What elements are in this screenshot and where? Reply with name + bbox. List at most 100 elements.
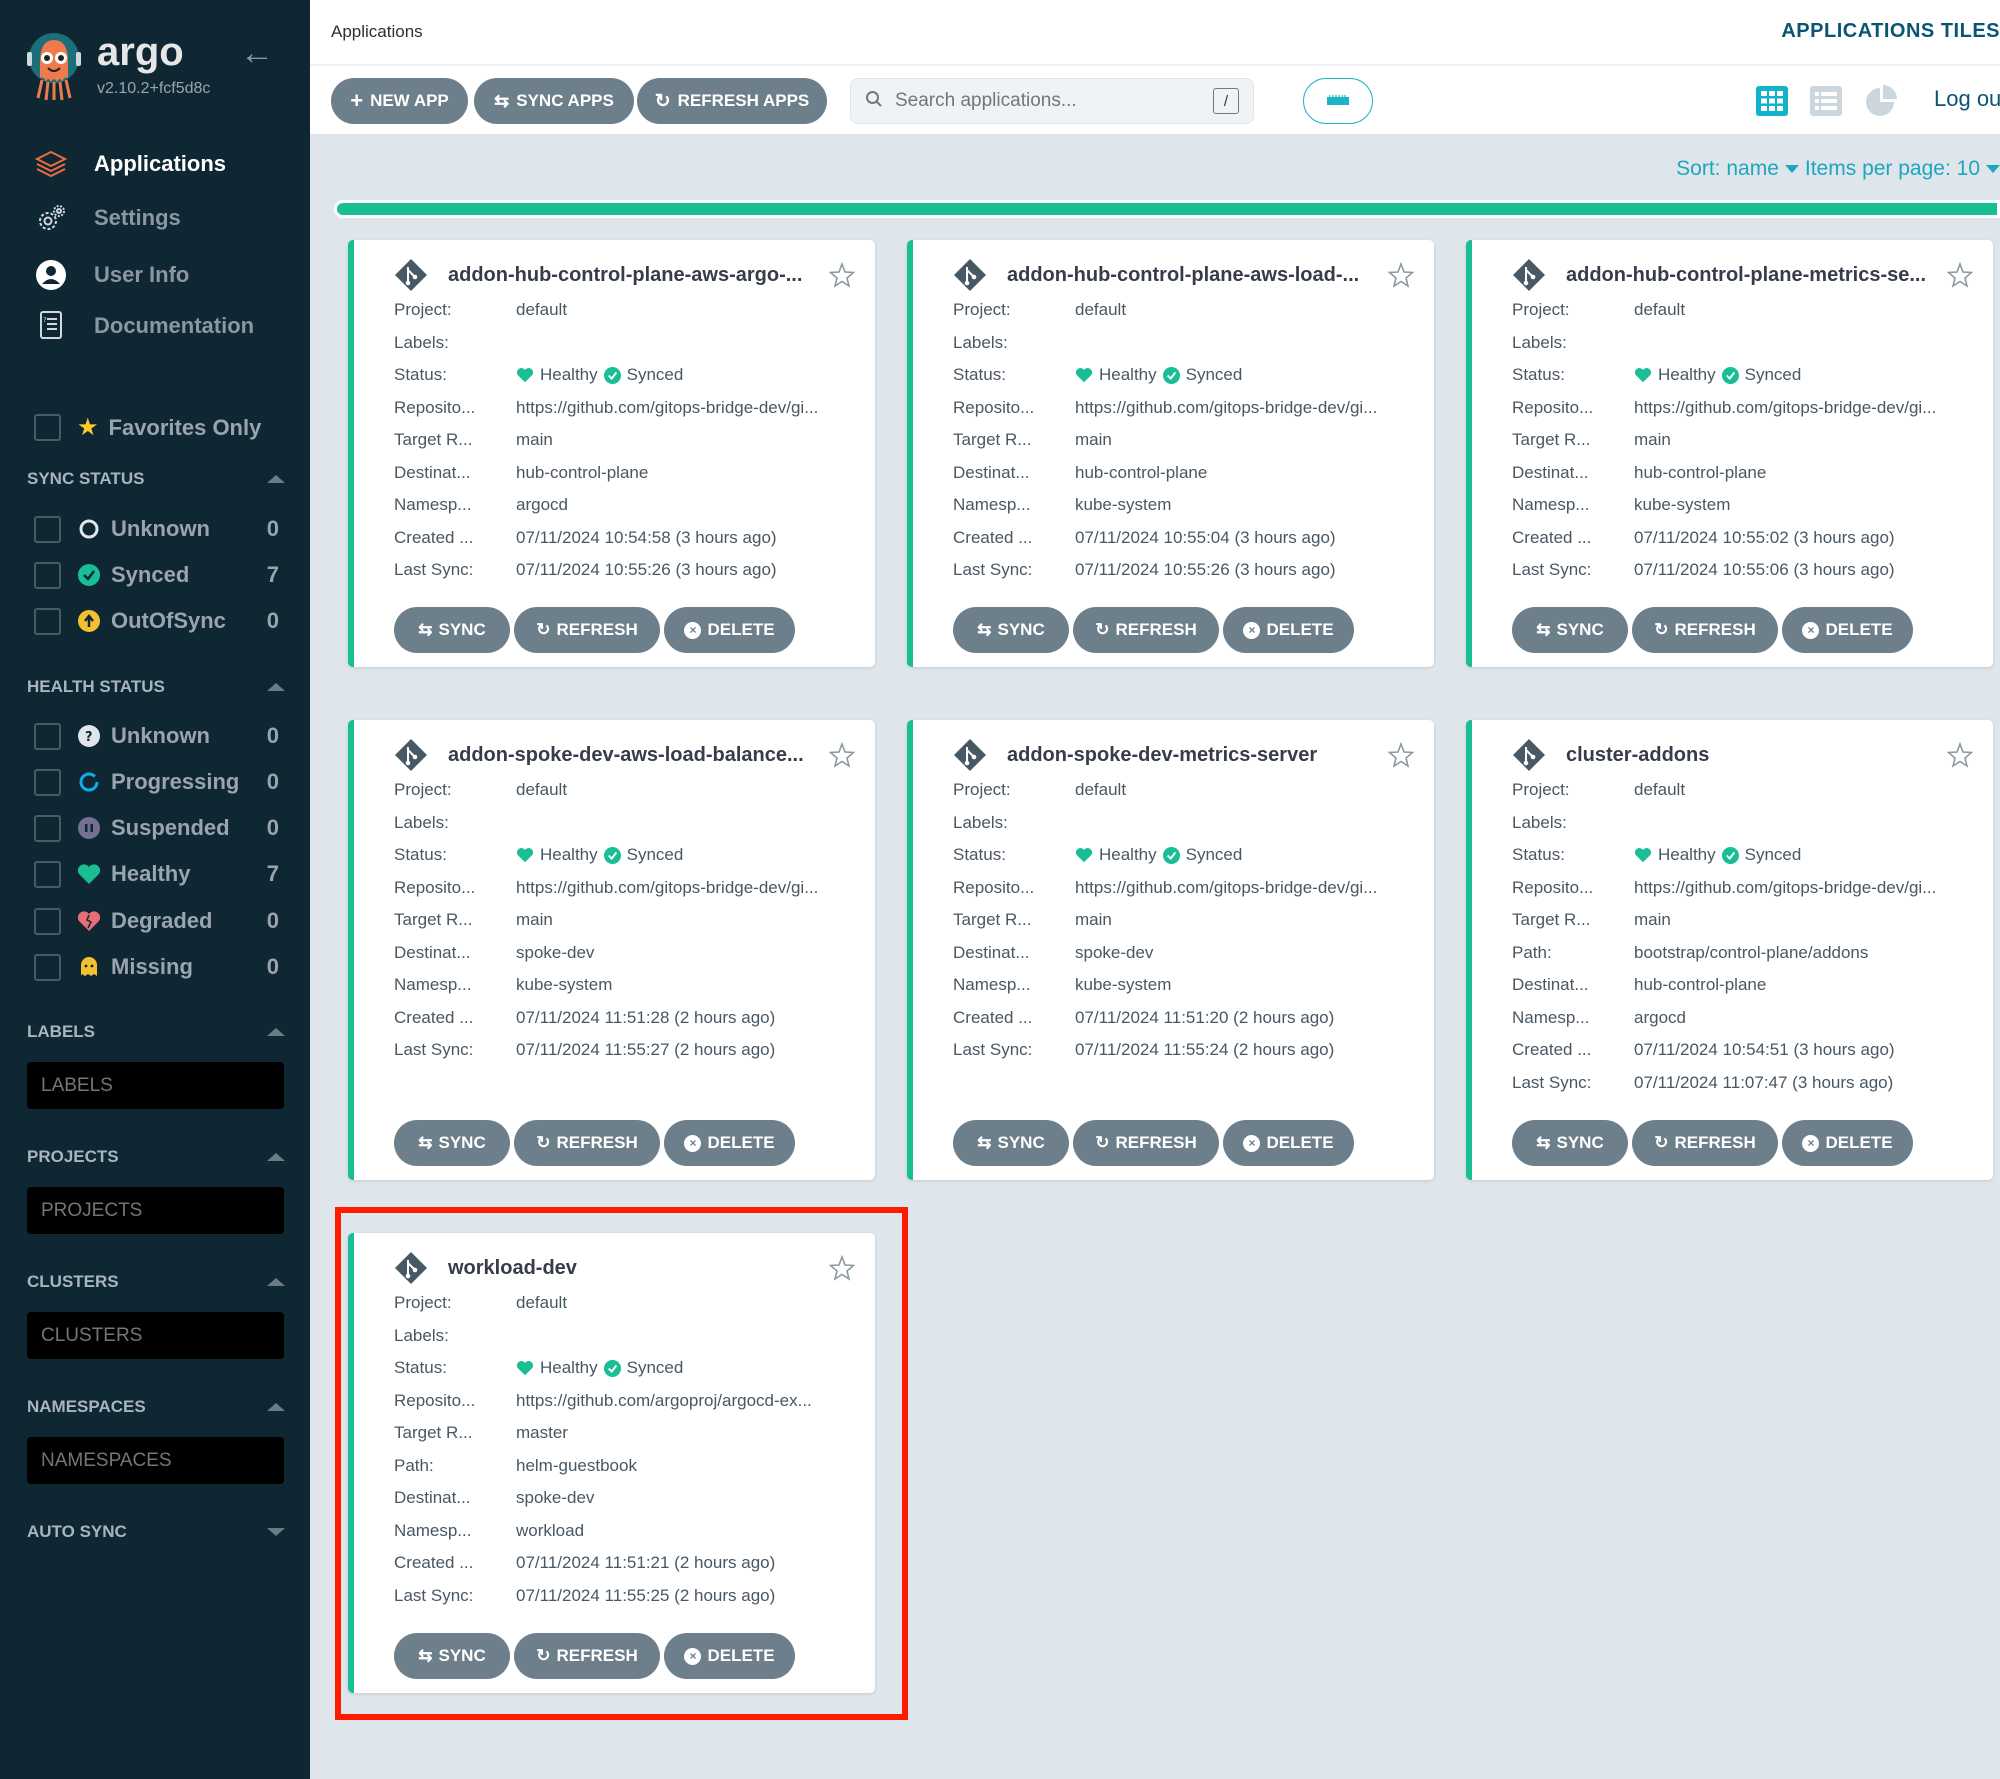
filter-health-suspended[interactable]: Suspended 0	[34, 811, 279, 845]
sync-button[interactable]: ⇆ SYNC	[1512, 1120, 1628, 1166]
favorite-star-icon[interactable]	[1947, 742, 1973, 768]
filter-checkbox[interactable]	[34, 768, 61, 796]
app-name[interactable]: addon-spoke-dev-aws-load-balance...	[448, 744, 829, 767]
filter-checkbox[interactable]	[34, 607, 61, 635]
application-tile[interactable]: workload-dev Project: default Labels: Status…	[348, 1233, 875, 1693]
nav-item-applications[interactable]: Applications	[34, 144, 226, 184]
ruler-toggle-button[interactable]	[1303, 78, 1373, 124]
app-name[interactable]: addon-hub-control-plane-aws-load-...	[1007, 264, 1388, 287]
application-tile[interactable]: addon-spoke-dev-aws-load-balance... Proje…	[348, 720, 875, 1180]
pie-chart-view-icon[interactable]	[1864, 84, 1900, 123]
tiles-view-icon[interactable]	[1756, 86, 1788, 121]
delete-button[interactable]: × DELETE	[1782, 1120, 1913, 1166]
filter-sync-unknown[interactable]: Unknown 0	[34, 512, 279, 546]
filter-checkbox[interactable]	[34, 722, 61, 750]
items-per-page-dropdown[interactable]: Items per page: 10	[1805, 157, 1980, 181]
sync-button[interactable]: ⇆ SYNC	[394, 607, 510, 653]
filter-health-missing[interactable]: Missing 0	[34, 950, 279, 984]
health-status-section-header[interactable]: HEALTH STATUS	[27, 677, 285, 697]
collapse-sidebar-arrow-icon[interactable]: ←	[240, 34, 274, 73]
favorite-star-icon[interactable]	[1388, 262, 1414, 288]
collapse-caret-icon[interactable]	[267, 1028, 285, 1036]
delete-button[interactable]: × DELETE	[1223, 607, 1354, 653]
sync-apps-button[interactable]: ⇆ SYNC APPS	[474, 78, 634, 124]
nav-item-user-info[interactable]: User Info	[34, 255, 189, 295]
labels-filter-input[interactable]	[27, 1062, 284, 1109]
list-view-icon[interactable]	[1810, 86, 1842, 121]
clusters-filter-input[interactable]	[27, 1312, 284, 1359]
app-name[interactable]: addon-spoke-dev-metrics-server	[1007, 744, 1388, 767]
filter-sync-synced[interactable]: Synced 7	[34, 558, 279, 592]
nav-item-documentation[interactable]: ? Documentation	[34, 306, 254, 346]
refresh-button[interactable]: ↻ REFRESH	[1073, 1120, 1219, 1166]
refresh-button[interactable]: ↻ REFRESH	[1632, 607, 1778, 653]
items-caret-icon[interactable]	[1986, 165, 2000, 173]
delete-button[interactable]: × DELETE	[1223, 1120, 1354, 1166]
app-name[interactable]: addon-hub-control-plane-metrics-se...	[1566, 264, 1947, 287]
delete-button[interactable]: × DELETE	[1782, 607, 1913, 653]
search-input[interactable]	[895, 90, 1213, 112]
filter-checkbox[interactable]	[34, 515, 61, 543]
sync-button[interactable]: ⇆ SYNC	[394, 1633, 510, 1679]
collapse-caret-icon[interactable]	[267, 1153, 285, 1161]
refresh-apps-button[interactable]: ↻ REFRESH APPS	[637, 78, 827, 124]
application-tile[interactable]: addon-spoke-dev-metrics-server Project: de…	[907, 720, 1434, 1180]
filter-checkbox[interactable]	[34, 561, 61, 589]
application-tile[interactable]: cluster-addons Project: default Labels: Stat…	[1466, 720, 1993, 1180]
filter-checkbox[interactable]	[34, 814, 61, 842]
filter-health-healthy[interactable]: Healthy 7	[34, 857, 279, 891]
search-box[interactable]: /	[850, 78, 1254, 124]
refresh-button[interactable]: ↻ REFRESH	[514, 1633, 660, 1679]
refresh-button[interactable]: ↻ REFRESH	[514, 1120, 660, 1166]
delete-button[interactable]: × DELETE	[664, 1120, 795, 1166]
nav-item-settings[interactable]: Settings	[34, 198, 181, 238]
refresh-button[interactable]: ↻ REFRESH	[1632, 1120, 1778, 1166]
app-name[interactable]: addon-hub-control-plane-aws-argo-...	[448, 264, 829, 287]
collapse-caret-icon[interactable]	[267, 475, 285, 483]
new-app-button[interactable]: + NEW APP	[331, 78, 468, 124]
application-tile[interactable]: addon-hub-control-plane-aws-argo-... Proj…	[348, 240, 875, 667]
favorite-star-icon[interactable]	[829, 742, 855, 768]
application-tile[interactable]: addon-hub-control-plane-aws-load-... Proj…	[907, 240, 1434, 667]
filter-sync-outofsync[interactable]: OutOfSync 0	[34, 604, 279, 638]
filter-health-degraded[interactable]: Degraded 0	[34, 904, 279, 938]
sort-caret-icon[interactable]	[1784, 165, 1799, 173]
app-name[interactable]: workload-dev	[448, 1257, 829, 1280]
sync-status-section-header[interactable]: SYNC STATUS	[27, 469, 285, 489]
favorite-star-icon[interactable]	[1947, 262, 1973, 288]
sync-button[interactable]: ⇆ SYNC	[953, 1120, 1069, 1166]
delete-button[interactable]: × DELETE	[664, 1633, 795, 1679]
clusters-section-header[interactable]: CLUSTERS	[27, 1272, 285, 1292]
projects-filter-input[interactable]	[27, 1187, 284, 1234]
sort-dropdown[interactable]: Sort: name	[1676, 157, 1779, 181]
delete-button[interactable]: × DELETE	[664, 607, 795, 653]
labels-section-header[interactable]: LABELS	[27, 1022, 285, 1042]
expand-caret-icon[interactable]	[267, 1528, 285, 1536]
filter-checkbox[interactable]	[34, 953, 61, 981]
filter-checkbox[interactable]	[34, 860, 61, 888]
collapse-caret-icon[interactable]	[267, 683, 285, 691]
namespaces-filter-input[interactable]	[27, 1437, 284, 1484]
app-name[interactable]: cluster-addons	[1566, 744, 1947, 767]
refresh-button[interactable]: ↻ REFRESH	[514, 607, 660, 653]
logout-link[interactable]: Log out	[1934, 86, 2000, 112]
collapse-caret-icon[interactable]	[267, 1278, 285, 1286]
sync-button[interactable]: ⇆ SYNC	[1512, 607, 1628, 653]
sync-button[interactable]: ⇆ SYNC	[394, 1120, 510, 1166]
favorite-star-icon[interactable]	[1388, 742, 1414, 768]
favorite-star-icon[interactable]	[829, 1255, 855, 1281]
filter-checkbox[interactable]	[34, 907, 61, 935]
filter-health-unknown[interactable]: ? Unknown 0	[34, 719, 279, 753]
sync-button[interactable]: ⇆ SYNC	[953, 607, 1069, 653]
auto-sync-section-header[interactable]: AUTO SYNC	[27, 1522, 285, 1542]
namespaces-section-header[interactable]: NAMESPACES	[27, 1397, 285, 1417]
collapse-caret-icon[interactable]	[267, 1403, 285, 1411]
application-tile[interactable]: addon-hub-control-plane-metrics-se... Pro…	[1466, 240, 1993, 667]
projects-section-header[interactable]: PROJECTS	[27, 1147, 285, 1167]
favorites-only-filter[interactable]: ★ Favorites Only	[34, 413, 261, 442]
breadcrumb[interactable]: Applications	[331, 22, 423, 42]
filter-health-progressing[interactable]: Progressing 0	[34, 765, 279, 799]
favorite-star-icon[interactable]	[829, 262, 855, 288]
refresh-button[interactable]: ↻ REFRESH	[1073, 607, 1219, 653]
favorites-checkbox[interactable]	[34, 414, 61, 441]
